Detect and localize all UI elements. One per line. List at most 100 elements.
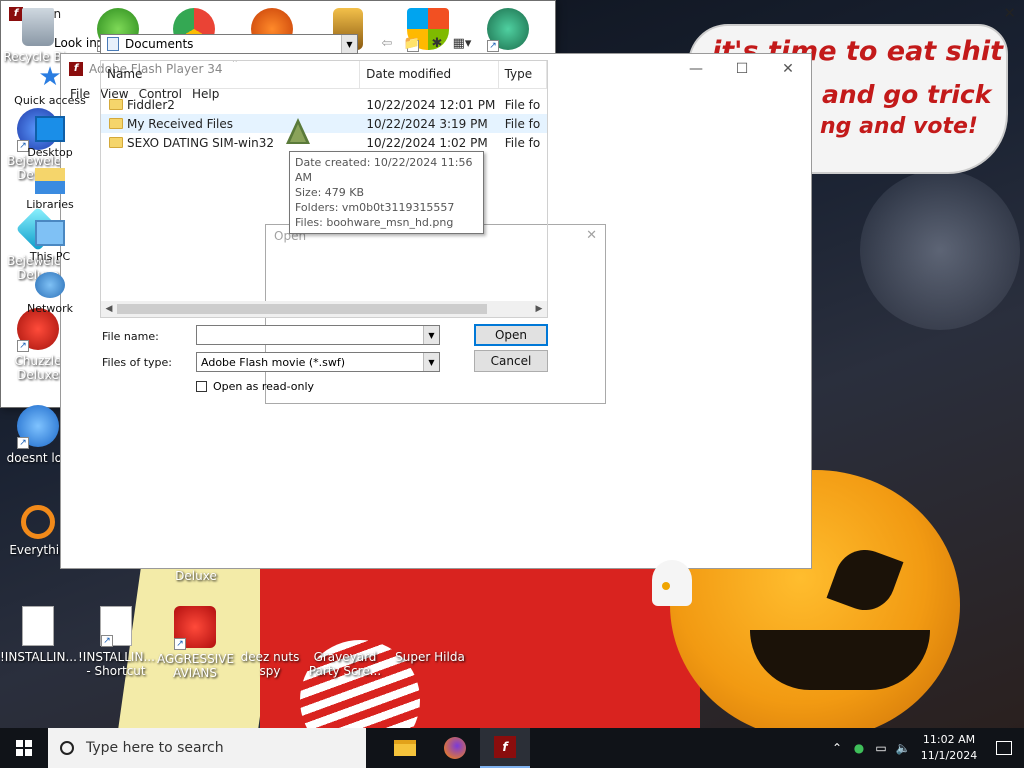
- close-icon[interactable]: ✕: [1003, 4, 1016, 22]
- file-row[interactable]: Fiddler2 10/22/2024 12:01 PM File fo: [101, 95, 547, 114]
- file-name-input[interactable]: ▼: [196, 325, 440, 345]
- desktop-icon-graveyard[interactable]: Graveyard Party Scre...: [305, 650, 385, 678]
- notification-icon[interactable]: [984, 741, 1024, 755]
- angry-bird-icon: ↗: [174, 606, 216, 650]
- look-in-label: Look in:: [54, 36, 101, 50]
- folder-icon: [394, 740, 416, 756]
- minimize-button[interactable]: —: [673, 54, 719, 84]
- file-type-select[interactable]: Adobe Flash movie (*.swf) ▼: [196, 352, 440, 372]
- bird-icon: ↗: [17, 405, 59, 449]
- network-icon[interactable]: ▭: [870, 741, 892, 755]
- desktop-icon-super-hilda[interactable]: Super Hilda: [390, 650, 470, 664]
- place-libraries[interactable]: Libraries: [6, 168, 94, 220]
- desktop-icon-installing[interactable]: !INSTALLIN...: [0, 606, 77, 664]
- moon-graphic: [860, 170, 1020, 330]
- horizontal-scrollbar[interactable]: ◀ ▶: [101, 301, 547, 317]
- clock-date: 11/1/2024: [920, 749, 978, 762]
- file-type-value: Adobe Flash movie (*.swf): [201, 355, 346, 369]
- column-date-modified[interactable]: Date modified: [360, 61, 499, 88]
- place-quick-access[interactable]: ★ Quick access: [6, 64, 94, 116]
- view-menu-icon[interactable]: ▦▾: [453, 35, 472, 51]
- file-name: SEXO DATING SIM-win32: [127, 135, 275, 150]
- close-icon[interactable]: ✕: [586, 228, 597, 243]
- cancel-button[interactable]: Cancel: [474, 350, 548, 372]
- libraries-icon: [35, 168, 65, 194]
- desktop-icon-label: Super Hilda: [395, 650, 465, 664]
- open-button[interactable]: Open: [474, 324, 548, 346]
- search-placeholder: Type here to search: [86, 740, 224, 756]
- chevron-down-icon[interactable]: ▼: [423, 326, 439, 344]
- scrollbar-thumb[interactable]: [117, 304, 487, 314]
- file-date: 10/22/2024 1:02 PM: [366, 135, 488, 150]
- file-row[interactable]: SEXO DATING SIM-win32 10/22/2024 1:02 PM…: [101, 133, 547, 152]
- back-arrow-icon[interactable]: ⇦: [378, 35, 396, 51]
- desktop-icon-label: AGGRESSIVE AVIANS: [157, 652, 235, 680]
- file-name: My Received Files: [127, 116, 234, 131]
- places-bar: ★ Quick access Desktop Libraries This PC…: [6, 64, 94, 324]
- start-button[interactable]: [0, 728, 48, 768]
- desktop-icon-deluxe[interactable]: Deluxe: [158, 569, 234, 583]
- tooltip-line: Files: boohware_msn_hd.png: [295, 216, 454, 229]
- desktop-icon-label: Deluxe: [175, 569, 217, 583]
- pumpkin-mouth: [750, 630, 930, 690]
- desktop-icon: [35, 116, 65, 142]
- maximize-button[interactable]: ☐: [719, 54, 765, 84]
- text-file-icon: [22, 606, 54, 646]
- taskbar-apps: f: [380, 728, 530, 768]
- read-only-checkbox[interactable]: Open as read-only: [196, 380, 314, 393]
- desktop-icon-installing-shortcut[interactable]: ↗ !INSTALLIN... - Shortcut: [78, 606, 155, 678]
- volume-icon[interactable]: 🔈: [892, 741, 914, 755]
- documents-icon: [107, 37, 119, 51]
- new-folder-icon[interactable]: ✱: [428, 35, 446, 51]
- read-only-label: Open as read-only: [213, 380, 315, 393]
- bubble-text-2: and go trick: [822, 80, 992, 109]
- scroll-left-icon[interactable]: ◀: [101, 304, 117, 314]
- firefox-icon: [444, 737, 466, 759]
- scroll-right-icon[interactable]: ▶: [531, 304, 547, 314]
- place-this-pc[interactable]: This PC: [6, 220, 94, 272]
- chevron-down-icon[interactable]: ▼: [423, 353, 439, 371]
- user-tray-icon[interactable]: ●: [848, 741, 870, 755]
- file-name-label: File name:: [102, 330, 159, 343]
- search-tool-icon: [21, 505, 55, 539]
- clock[interactable]: 11:02 AM 11/1/2024: [914, 732, 984, 764]
- place-label: This PC: [29, 250, 71, 263]
- nav-toolbar: ⇦ 📁 ✱ ▦▾: [378, 35, 472, 51]
- taskbar-search[interactable]: Type here to search: [48, 728, 366, 768]
- tree-sprite-icon: [286, 118, 310, 144]
- place-label: Desktop: [27, 146, 73, 159]
- file-row[interactable]: My Received Files 10/22/2024 3:19 PM Fil…: [101, 114, 547, 133]
- taskbar-flash-player[interactable]: f: [480, 728, 530, 768]
- look-in-select[interactable]: Documents ▼: [100, 34, 358, 54]
- place-network[interactable]: Network: [6, 272, 94, 324]
- look-in-row: Look in: Documents ▼ ⇦ 📁 ✱ ▦▾: [0, 32, 1024, 54]
- network-icon: [35, 272, 65, 298]
- chevron-down-icon[interactable]: ▼: [341, 35, 357, 53]
- desktop-icon-deez-nuts[interactable]: deez nuts spy: [230, 650, 310, 678]
- file-date: 10/22/2024 12:01 PM: [366, 97, 496, 112]
- pumpkin-eye: [826, 541, 904, 619]
- column-type[interactable]: Type: [499, 61, 547, 88]
- windows-logo-icon: [16, 740, 32, 756]
- file-name: Fiddler2: [127, 97, 175, 112]
- taskbar-file-explorer[interactable]: [380, 728, 430, 768]
- desktop-icon-label: deez nuts spy: [240, 650, 300, 678]
- taskbar-firefox[interactable]: [430, 728, 480, 768]
- up-folder-icon[interactable]: 📁: [403, 35, 421, 51]
- checkbox-box[interactable]: [196, 381, 207, 392]
- place-desktop[interactable]: Desktop: [6, 116, 94, 168]
- folder-icon: [109, 137, 123, 148]
- tooltip-line: Date created: 10/22/2024 11:56 AM: [295, 156, 473, 184]
- clock-time: 11:02 AM: [922, 733, 976, 746]
- file-date: 10/22/2024 3:19 PM: [366, 116, 488, 131]
- file-list-header: ⌃ Name Date modified Type: [101, 61, 547, 89]
- tooltip-line: Size: 479 KB: [295, 186, 365, 199]
- close-button[interactable]: ✕: [765, 54, 811, 84]
- file-type-label: Files of type:: [102, 356, 173, 369]
- tooltip-line: Folders: vm0b0t3119315557: [295, 201, 455, 214]
- chevron-up-icon[interactable]: ⌃: [826, 741, 848, 755]
- text-file-icon: ↗: [100, 606, 132, 647]
- desktop-icon-label: !INSTALLIN...: [0, 650, 77, 664]
- desktop-icon-aggressive-avians[interactable]: ↗ AGGRESSIVE AVIANS: [157, 606, 235, 680]
- file-type: File fo: [504, 97, 541, 112]
